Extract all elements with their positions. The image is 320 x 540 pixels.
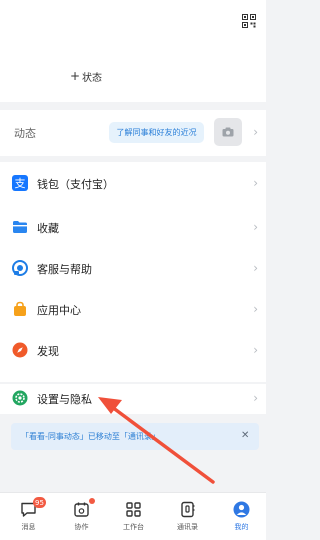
unread-badge: 95 [33, 497, 46, 508]
menu-item-label: 钱包（支付宝） [37, 178, 114, 191]
menu-item-label: 发现 [37, 345, 59, 358]
person-icon [233, 501, 250, 518]
dynamics-label: 动态 [14, 127, 36, 140]
shopping-bag-icon [14, 301, 26, 316]
qr-code-icon[interactable] [242, 14, 256, 28]
gear-icon [12, 390, 28, 406]
dynamics-row[interactable]: 动态 了解同事和好友的近况 › [0, 110, 266, 156]
menu-item-app-center[interactable]: 应用中心 › [0, 292, 266, 328]
tab-workbench[interactable]: 工作台 [107, 493, 160, 540]
tab-me[interactable]: 我的 [215, 493, 268, 540]
chevron-right-icon: › [253, 343, 258, 357]
chevron-right-icon: › [253, 302, 258, 316]
plus-icon: + [69, 69, 81, 83]
menu-item-label: 收藏 [37, 222, 59, 235]
menu-list: 支 钱包（支付宝） › 收藏 › 客服与帮助 › 应用中心 › 发现 › [0, 162, 266, 382]
menu-item-label: 客服与帮助 [37, 263, 92, 276]
close-icon[interactable]: ✕ [241, 430, 249, 441]
menu-item-settings[interactable]: 设置与隐私 › [0, 384, 266, 414]
dynamics-photo [214, 118, 242, 146]
tab-label: 通讯录 [177, 523, 198, 531]
address-book-icon [181, 501, 195, 518]
folder-icon [13, 221, 27, 233]
bottom-tab-bar: 95 消息 协作 工作台 通讯录 我的 [0, 492, 266, 540]
menu-item-discover[interactable]: 发现 › [0, 333, 266, 369]
svg-text:支: 支 [15, 177, 26, 190]
tab-messages[interactable]: 95 消息 [2, 493, 55, 540]
status-label: 状态 [82, 72, 103, 84]
tab-label: 协作 [74, 523, 89, 531]
menu-item-wallet[interactable]: 支 钱包（支付宝） › [0, 166, 266, 202]
menu-item-support[interactable]: 客服与帮助 › [0, 251, 266, 287]
tab-label: 消息 [21, 523, 36, 531]
camera-icon [222, 127, 234, 137]
menu-item-label: 应用中心 [37, 304, 81, 317]
alipay-icon: 支 [12, 175, 28, 191]
notice-text: 「看看-同事动态」已移动至「通讯录」 [21, 432, 160, 441]
tab-contacts[interactable]: 通讯录 [161, 493, 214, 540]
grid-icon [126, 502, 141, 517]
chevron-right-icon: › [253, 391, 258, 405]
tab-label: 工作台 [123, 523, 144, 531]
profile-header: + 状态 [0, 0, 266, 102]
chevron-right-icon: › [253, 220, 258, 234]
add-status-button[interactable]: + 状态 [64, 66, 108, 86]
settings-label: 设置与隐私 [37, 393, 92, 406]
chevron-right-icon: › [253, 125, 258, 139]
dynamics-hint: 了解同事和好友的近况 [109, 122, 204, 143]
tab-collaboration[interactable]: 协作 [55, 493, 108, 540]
headset-icon [12, 260, 28, 276]
tab-label: 我的 [234, 523, 249, 531]
moved-notice-banner: 「看看-同事动态」已移动至「通讯录」 ✕ [11, 423, 259, 450]
chevron-right-icon: › [253, 261, 258, 275]
menu-item-favorites[interactable]: 收藏 › [0, 210, 266, 246]
compass-icon [12, 342, 28, 358]
notification-dot [89, 498, 95, 504]
chevron-right-icon: › [253, 176, 258, 190]
calendar-icon [74, 502, 89, 517]
